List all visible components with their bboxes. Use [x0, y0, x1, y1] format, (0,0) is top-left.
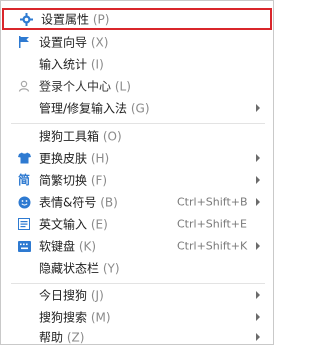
submenu-arrow-icon	[256, 242, 260, 250]
english-input-icon	[17, 217, 31, 231]
submenu-arrow-icon	[256, 313, 260, 321]
menu-item-settings[interactable]: 设置属性 (P)	[2, 8, 272, 30]
shortcut-label: Ctrl+Shift+K	[177, 239, 248, 253]
menu-item-label: 登录个人中心 (L)	[39, 79, 131, 94]
menu-item-input-stats[interactable]: 输入统计 (I)	[2, 53, 272, 75]
user-icon	[17, 79, 31, 93]
menu-item-label: 输入统计 (I)	[39, 57, 104, 72]
menu-item-toolbox[interactable]: 搜狗工具箱 (O)	[2, 125, 272, 147]
menu-item-label: 搜狗搜索 (M)	[39, 310, 111, 325]
menu-item-manage-repair[interactable]: 管理/修复输入法 (G)	[2, 97, 272, 119]
submenu-arrow-icon	[256, 104, 260, 112]
menu-item-label: 软键盘 (K)	[39, 239, 97, 254]
menu-item-label: 管理/修复输入法 (G)	[39, 101, 150, 116]
flag-icon	[17, 35, 31, 49]
menu-item-label: 表情&符号 (B)	[39, 195, 118, 210]
menu-item-setup-wizard[interactable]: 设置向导 (X)	[2, 31, 272, 53]
menu-item-label: 帮助 (Z)	[39, 330, 85, 345]
gear-icon	[19, 12, 33, 26]
menu-item-label: 简繁切换 (F)	[39, 173, 108, 188]
menu-item-emoji-symbols[interactable]: 表情&符号 (B) Ctrl+Shift+B	[2, 191, 272, 213]
submenu-arrow-icon	[256, 176, 260, 184]
menu-separator	[11, 123, 265, 124]
menu-item-hide-status-bar[interactable]: 隐藏状态栏 (Y)	[2, 257, 272, 279]
menu-item-label: 设置向导 (X)	[39, 35, 109, 50]
menu-item-label: 隐藏状态栏 (Y)	[39, 261, 120, 276]
menu-item-login[interactable]: 登录个人中心 (L)	[2, 75, 272, 97]
submenu-arrow-icon	[256, 291, 260, 299]
menu-item-simplified-traditional[interactable]: 简 简繁切换 (F)	[2, 169, 272, 191]
menu-item-label: 搜狗工具箱 (O)	[39, 129, 122, 144]
shortcut-label: Ctrl+Shift+E	[177, 217, 247, 231]
menu-item-soft-keyboard[interactable]: 软键盘 (K) Ctrl+Shift+K	[2, 235, 272, 257]
submenu-arrow-icon	[256, 154, 260, 162]
menu-item-label: 今日搜狗 (J)	[39, 288, 104, 303]
menu-item-label: 更换皮肤 (H)	[39, 151, 110, 166]
submenu-arrow-icon	[256, 198, 260, 206]
menu-item-sogou-search[interactable]: 搜狗搜索 (M)	[2, 306, 272, 328]
smiley-icon	[17, 195, 31, 209]
menu-item-change-skin[interactable]: 更换皮肤 (H)	[2, 147, 272, 169]
menu-item-today-sogou[interactable]: 今日搜狗 (J)	[2, 284, 272, 306]
menu-item-label: 设置属性 (P)	[41, 12, 110, 27]
shortcut-label: Ctrl+Shift+B	[177, 195, 248, 209]
keyboard-icon	[17, 239, 31, 253]
menu-item-english-input[interactable]: 英文输入 (E) Ctrl+Shift+E	[2, 213, 272, 235]
context-menu: 设置属性 (P) 设置向导 (X) 输入统计 (I) 登录个人中心 (L) 管理…	[0, 0, 274, 345]
shirt-icon	[17, 151, 31, 165]
simplified-traditional-icon: 简	[17, 173, 30, 187]
submenu-arrow-icon	[256, 333, 260, 341]
menu-item-label: 英文输入 (E)	[39, 217, 108, 232]
